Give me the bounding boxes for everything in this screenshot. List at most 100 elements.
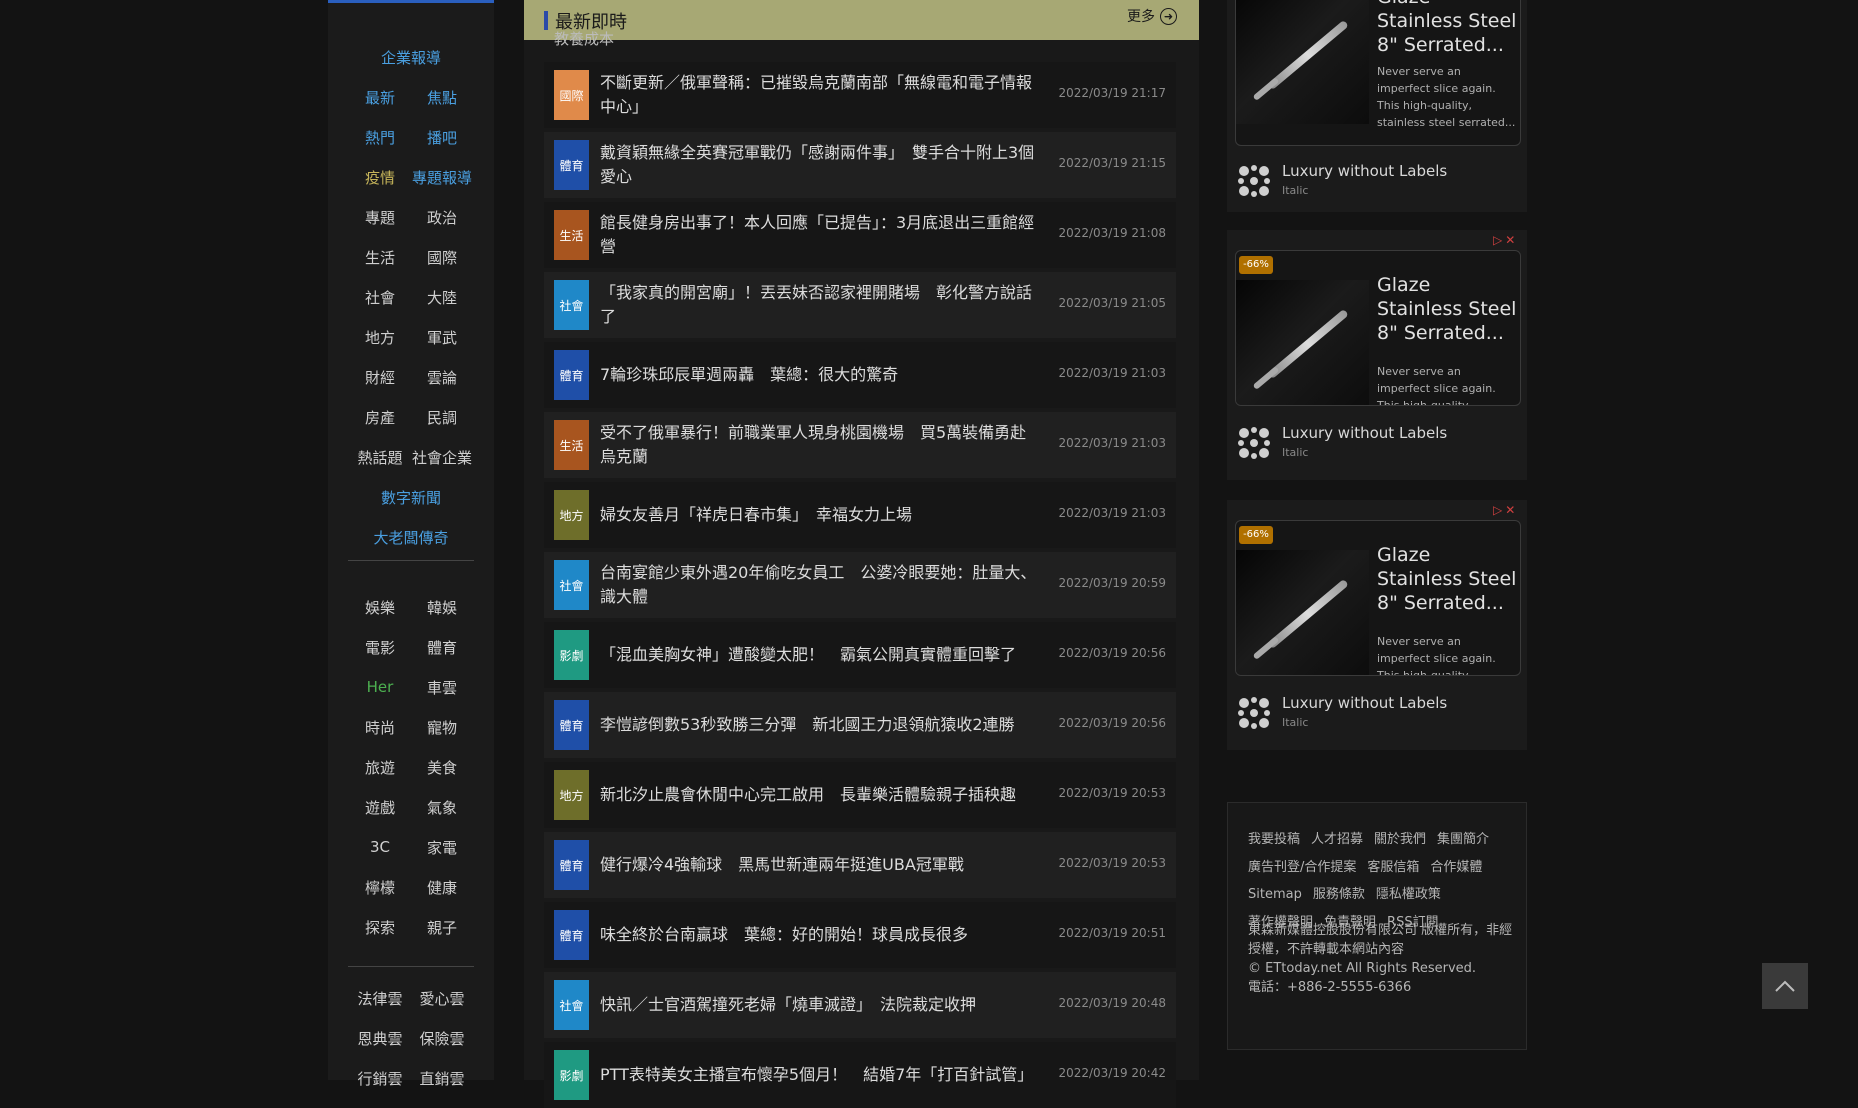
sidebar-link[interactable]: 熱門 — [349, 127, 411, 148]
category-tag[interactable]: 地方 — [554, 770, 589, 820]
sidebar-link[interactable]: 家電 — [411, 837, 473, 858]
news-row[interactable]: 生活 館長健身房出事了！本人回應「已提告」：3月底退出三重館經營 2022/03/1… — [544, 202, 1176, 268]
partial-headline[interactable]: 教養成本 — [554, 28, 614, 49]
sidebar-link[interactable]: 探索 — [349, 917, 411, 938]
category-tag[interactable]: 社會 — [554, 280, 589, 330]
news-row[interactable]: 影劇 PTT表特美女主播宣布懷孕5個月！ 結婚7年「打百針試管」 2022/03/1… — [544, 1042, 1176, 1108]
news-row[interactable]: 體育 戴資穎無緣全英賽冠軍戰仍「感謝兩件事」 雙手合十附上3個愛心 2022/03/… — [544, 132, 1176, 198]
category-tag[interactable]: 地方 — [554, 490, 589, 540]
sidebar-link[interactable]: 數字新聞 — [328, 487, 494, 508]
sidebar-link[interactable]: 行銷雲 — [349, 1068, 411, 1089]
sidebar-link[interactable]: 播吧 — [411, 127, 473, 148]
knife-product-image[interactable] — [1236, 550, 1369, 675]
news-row[interactable]: 地方 婦女友善月「祥虎日春市集」 幸福女力上場 2022/03/19 21:03 — [544, 482, 1176, 548]
sidebar-link[interactable]: 親子 — [411, 917, 473, 938]
footer-link[interactable]: 集團簡介 — [1437, 832, 1489, 847]
sidebar-link[interactable]: 健康 — [411, 877, 473, 898]
sidebar-link[interactable]: 3C — [349, 838, 411, 856]
category-tag[interactable]: 生活 — [554, 420, 589, 470]
knife-product-image[interactable] — [1236, 280, 1369, 405]
news-row[interactable]: 社會 台南宴館少東外遇20年偷吃女員工 公婆冷眼要她：肚量大、識大體 2022/03… — [544, 552, 1176, 618]
close-icon[interactable]: ✕ — [1505, 233, 1515, 247]
footer-link[interactable]: 人才招募 — [1311, 832, 1363, 847]
sidebar-link[interactable]: 國際 — [411, 247, 473, 268]
sidebar-link[interactable]: 氣象 — [411, 797, 473, 818]
news-headline[interactable]: 館長健身房出事了！本人回應「已提告」：3月底退出三重館經營 — [600, 202, 1040, 268]
news-headline[interactable]: PTT表特美女主播宣布懷孕5個月！ 結婚7年「打百針試管」 — [600, 1042, 1040, 1108]
sidebar-link[interactable]: 體育 — [411, 637, 473, 658]
brand-name[interactable]: Luxury without Labels — [1282, 424, 1447, 442]
sidebar-link[interactable]: 雲論 — [411, 367, 473, 388]
category-tag[interactable]: 體育 — [554, 700, 589, 750]
sidebar-link[interactable]: 大老闆傳奇 — [328, 527, 494, 548]
news-headline[interactable]: 不斷更新／俄軍聲稱：已摧毀烏克蘭南部「無線電和電子情報中心」 — [600, 62, 1040, 128]
footer-link[interactable]: Sitemap — [1248, 887, 1302, 902]
news-row[interactable]: 體育 健行爆冷4強輸球 黑馬世新連兩年挺進UBA冠軍戰 2022/03/19 20:… — [544, 832, 1176, 898]
sidebar-link[interactable]: 時尚 — [349, 717, 411, 738]
sidebar-link[interactable]: 民調 — [411, 407, 473, 428]
sidebar-link[interactable]: 專題 — [349, 207, 411, 228]
ad-choices-icon[interactable]: ▷ ✕ — [1493, 503, 1521, 517]
sidebar-link[interactable]: 專題報導 — [411, 167, 473, 188]
close-icon[interactable]: ✕ — [1505, 503, 1515, 517]
sidebar-link[interactable]: 遊戲 — [349, 797, 411, 818]
brand-name[interactable]: Luxury without Labels — [1282, 162, 1447, 180]
news-headline[interactable]: 快訊／士官酒駕撞死老婦「燒車滅證」 法院裁定收押 — [600, 972, 1040, 1038]
ad-brand[interactable]: Luxury without Labels Italic — [1235, 158, 1525, 202]
news-row[interactable]: 體育 味全終於台南贏球 葉總：好的開始！球員成長很多 2022/03/19 20:5… — [544, 902, 1176, 968]
footer-link[interactable]: 隱私權政策 — [1376, 887, 1441, 902]
sidebar-link[interactable]: 最新 — [349, 87, 411, 108]
news-row[interactable]: 生活 受不了俄軍暴行！前職業軍人現身桃園機場 買5萬裝備勇赴烏克蘭 2022/03/… — [544, 412, 1176, 478]
ad-card[interactable]: -66% Glaze Stainless Steel 8" Serrated...… — [1235, 520, 1521, 676]
news-headline[interactable]: 「我家真的開宮廟」！丟丟妹否認家裡開賭場 彰化警方說話了 — [600, 272, 1040, 338]
news-row[interactable]: 社會 快訊／士官酒駕撞死老婦「燒車滅證」 法院裁定收押 2022/03/19 20:… — [544, 972, 1176, 1038]
sidebar-link[interactable]: 社會 — [349, 287, 411, 308]
sidebar-link[interactable]: 電影 — [349, 637, 411, 658]
footer-link[interactable]: 服務條款 — [1313, 887, 1365, 902]
news-headline[interactable]: 受不了俄軍暴行！前職業軍人現身桃園機場 買5萬裝備勇赴烏克蘭 — [600, 412, 1040, 478]
sidebar-link[interactable]: 恩典雲 — [349, 1028, 411, 1049]
ad-brand[interactable]: Luxury without Labels Italic — [1235, 690, 1525, 734]
sidebar-link[interactable]: 檸檬 — [349, 877, 411, 898]
news-row[interactable]: 地方 新北汐止農會休閒中心完工啟用 長輩樂活體驗親子插秧趣 2022/03/19 2… — [544, 762, 1176, 828]
sidebar-link[interactable]: 房產 — [349, 407, 411, 428]
ad-description[interactable]: Never serve an imperfect slice again. Th… — [1377, 63, 1517, 131]
footer-link[interactable]: 關於我們 — [1374, 832, 1426, 847]
sidebar-link[interactable]: Her — [349, 678, 411, 696]
sidebar-link[interactable]: 韓娛 — [411, 597, 473, 618]
sidebar-link[interactable]: 保險雲 — [411, 1028, 473, 1049]
sidebar-link[interactable]: 地方 — [349, 327, 411, 348]
knife-product-image[interactable] — [1236, 0, 1369, 124]
category-tag[interactable]: 社會 — [554, 560, 589, 610]
ad-description[interactable]: Never serve an imperfect slice again. Th… — [1377, 363, 1517, 405]
news-headline[interactable]: 台南宴館少東外遇20年偷吃女員工 公婆冷眼要她：肚量大、識大體 — [600, 552, 1040, 618]
sidebar-link[interactable]: 軍武 — [411, 327, 473, 348]
play-icon[interactable]: ▷ — [1493, 233, 1502, 247]
category-tag[interactable]: 影劇 — [554, 1050, 589, 1100]
news-headline[interactable]: 李愷諺倒數53秒致勝三分彈 新北國王力退領航猿收2連勝 — [600, 692, 1040, 758]
brand-name[interactable]: Luxury without Labels — [1282, 694, 1447, 712]
sidebar-link[interactable]: 財經 — [349, 367, 411, 388]
play-icon[interactable]: ▷ — [1493, 503, 1502, 517]
category-tag[interactable]: 國際 — [554, 70, 589, 120]
sidebar-link[interactable]: 熱話題 — [349, 447, 411, 468]
ad-description[interactable]: Never serve an imperfect slice again. Th… — [1377, 633, 1517, 675]
footer-link[interactable]: 客服信箱 — [1367, 860, 1419, 875]
category-tag[interactable]: 生活 — [554, 210, 589, 260]
category-tag[interactable]: 體育 — [554, 350, 589, 400]
sidebar-link[interactable]: 車雲 — [411, 677, 473, 698]
sidebar-link[interactable]: 焦點 — [411, 87, 473, 108]
sidebar-link[interactable]: 美食 — [411, 757, 473, 778]
back-to-top-button[interactable] — [1762, 963, 1808, 1009]
news-row[interactable]: 國際 不斷更新／俄軍聲稱：已摧毀烏克蘭南部「無線電和電子情報中心」 2022/03/… — [544, 62, 1176, 128]
sidebar-link[interactable]: 娛樂 — [349, 597, 411, 618]
footer-link[interactable]: 我要投稿 — [1248, 832, 1300, 847]
category-tag[interactable]: 體育 — [554, 840, 589, 890]
ad-card[interactable]: -66% Glaze Stainless Steel 8" Serrated...… — [1235, 250, 1521, 406]
sidebar-link[interactable]: 法律雲 — [349, 988, 411, 1009]
sidebar-link[interactable]: 生活 — [349, 247, 411, 268]
news-headline[interactable]: 健行爆冷4強輸球 黑馬世新連兩年挺進UBA冠軍戰 — [600, 832, 1040, 898]
news-row[interactable]: 社會 「我家真的開宮廟」！丟丟妹否認家裡開賭場 彰化警方說話了 2022/03/19… — [544, 272, 1176, 338]
category-tag[interactable]: 影劇 — [554, 630, 589, 680]
sidebar-link[interactable]: 寵物 — [411, 717, 473, 738]
